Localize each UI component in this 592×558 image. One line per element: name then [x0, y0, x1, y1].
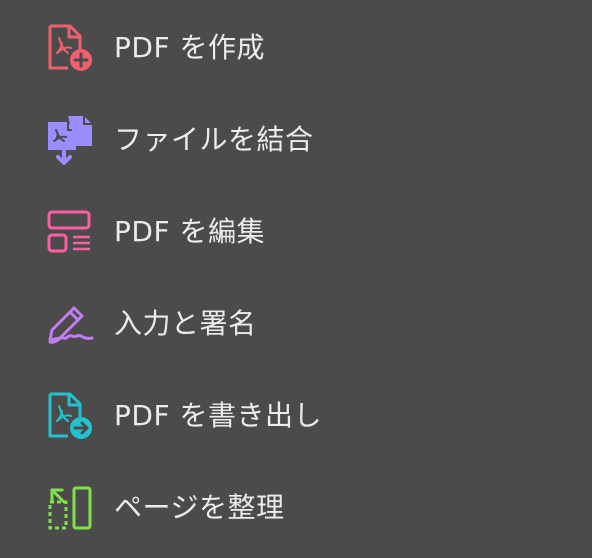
fill-sign-icon: [44, 298, 96, 350]
tool-combine-files[interactable]: ファイルを結合: [0, 94, 592, 186]
export-pdf-icon: [44, 390, 96, 442]
create-pdf-icon: [44, 22, 96, 74]
tool-export-pdf-label: PDF を書き出し: [114, 399, 322, 432]
organize-pages-icon: [44, 482, 96, 534]
tool-edit-pdf-label: PDF を編集: [114, 215, 265, 248]
tools-list: PDF を作成 ファイルを結合 PDF を編集 入力と署名 PDF を書き出し …: [0, 0, 592, 558]
edit-pdf-icon: [44, 206, 96, 258]
tool-organize-pages[interactable]: ページを整理: [0, 462, 592, 554]
combine-files-icon: [44, 114, 96, 166]
tool-fill-sign[interactable]: 入力と署名: [0, 278, 592, 370]
tool-fill-sign-label: 入力と署名: [114, 307, 257, 340]
tool-create-pdf[interactable]: PDF を作成: [0, 2, 592, 94]
tool-export-pdf[interactable]: PDF を書き出し: [0, 370, 592, 462]
tool-create-pdf-label: PDF を作成: [114, 31, 265, 64]
tool-combine-files-label: ファイルを結合: [114, 123, 314, 156]
tool-organize-pages-label: ページを整理: [114, 491, 285, 524]
tool-edit-pdf[interactable]: PDF を編集: [0, 186, 592, 278]
